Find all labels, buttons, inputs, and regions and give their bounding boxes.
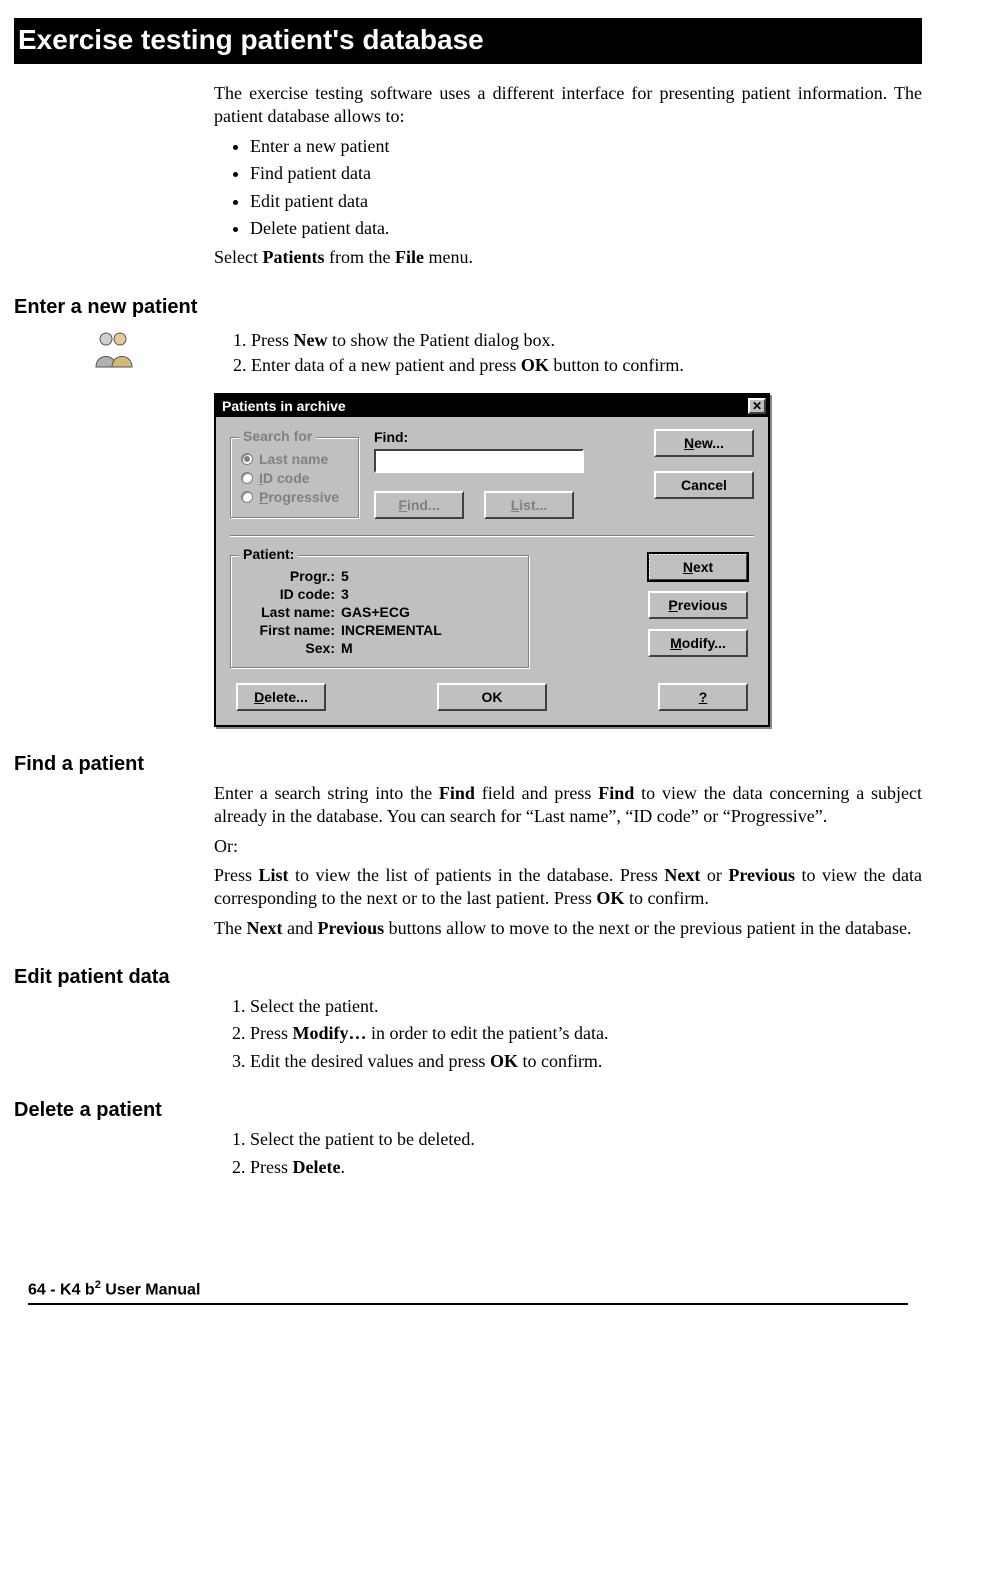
radio-id-code[interactable]: ID code [241,470,349,486]
find-p3: The Next and Previous buttons allow to m… [214,917,922,940]
patient-legend: Patient: [239,546,298,562]
step: Press Delete. [250,1156,922,1179]
find-block: Enter a search string into the Find fiel… [214,782,922,940]
patient-lastname: Last name:GAS+ECG [241,604,519,620]
find-p1: Enter a search string into the Find fiel… [214,782,922,829]
intro-tail: Select Patients from the File menu. [214,246,922,269]
section-heading-enter: Enter a new patient [14,296,922,319]
radio-progressive[interactable]: Progressive [241,489,349,505]
step: Press New to show the Patient dialog box… [251,330,921,351]
page-number: 64 [28,1281,46,1298]
edit-steps: Select the patient. Press Modify… in ord… [214,995,922,1073]
patient-group: Patient: Progr.:5 ID code:3 Last name:GA… [230,555,530,669]
modify-button[interactable]: Modify... [648,629,748,657]
patient-sex: Sex:M [241,640,519,656]
dialog-mid-row: Patient: Progr.:5 ID code:3 Last name:GA… [230,547,754,669]
step: Edit the desired values and press OK to … [250,1050,922,1073]
people-icon [92,329,136,369]
patients-icon-cell [14,323,214,383]
nav-buttons: Next Previous Modify... [544,547,754,669]
dialog-titlebar: Patients in archive ✕ [216,395,768,417]
intro-block: The exercise testing software uses a dif… [214,82,922,270]
delete-button[interactable]: Delete... [236,683,326,711]
step: Select the patient. [250,995,922,1018]
step: Select the patient to be deleted. [250,1128,922,1151]
find-label: Find: [374,429,640,445]
patient-firstname: First name:INCREMENTAL [241,622,519,638]
intro-bullets: Enter a new patient Find patient data Ed… [214,135,922,241]
help-button[interactable]: ? [658,683,748,711]
dialog-top-row: Search for Last name ID code Progressive… [230,429,754,519]
patient-id: ID code:3 [241,586,519,602]
dialog-bottom-row: Delete... OK ? [230,683,754,711]
find-input[interactable] [374,449,584,473]
right-buttons-top: New... Cancel [654,429,754,513]
section-heading-delete: Delete a patient [14,1099,922,1122]
step: Enter data of a new patient and press OK… [251,355,921,376]
radio-icon [241,491,253,503]
radio-icon [241,453,253,465]
dialog-screenshot: Patients in archive ✕ Search for Last na… [214,393,922,727]
delete-steps: Select the patient to be deleted. Press … [214,1128,922,1179]
separator [230,535,754,537]
radio-last-name[interactable]: Last name [241,451,349,467]
page-title-bar: Exercise testing patient's database [14,18,922,64]
new-button[interactable]: New... [654,429,754,457]
dialog-body: Search for Last name ID code Progressive… [216,417,768,725]
patients-archive-dialog: Patients in archive ✕ Search for Last na… [214,393,770,727]
bullet-item: Find patient data [250,162,922,185]
previous-button[interactable]: Previous [648,591,748,619]
section-heading-edit: Edit patient data [14,966,922,989]
page-footer: 64 - K4 b2 User Manual [28,1279,908,1305]
close-icon[interactable]: ✕ [748,398,766,414]
search-for-group: Search for Last name ID code Progressive [230,437,360,519]
edit-block: Select the patient. Press Modify… in ord… [214,995,922,1073]
intro-paragraph: The exercise testing software uses a dif… [214,82,922,129]
ok-wrap: OK [326,683,658,711]
search-legend: Search for [239,428,316,444]
step: Press Modify… in order to edit the patie… [250,1022,922,1045]
list-button[interactable]: List... [484,491,574,519]
patient-progr: Progr.:5 [241,568,519,584]
bullet-item: Edit patient data [250,190,922,213]
cancel-button[interactable]: Cancel [654,471,754,499]
enter-steps-cell: Press New to show the Patient dialog box… [214,323,922,383]
dialog-title: Patients in archive [222,398,748,414]
enter-layout: Press New to show the Patient dialog box… [14,323,922,383]
page-title: Exercise testing patient's database [18,24,484,55]
find-buttons-row: Find... List... [374,491,640,519]
find-or: Or: [214,835,922,858]
next-button[interactable]: Next [648,553,748,581]
bullet-item: Delete patient data. [250,217,922,240]
find-p2: Press List to view the list of patients … [214,864,922,911]
find-button[interactable]: Find... [374,491,464,519]
enter-steps: Press New to show the Patient dialog box… [215,330,921,376]
ok-button[interactable]: OK [437,683,547,711]
section-heading-find: Find a patient [14,753,922,776]
delete-block: Select the patient to be deleted. Press … [214,1128,922,1179]
find-column: Find: Find... List... [374,429,640,519]
radio-icon [241,472,253,484]
bullet-item: Enter a new patient [250,135,922,158]
